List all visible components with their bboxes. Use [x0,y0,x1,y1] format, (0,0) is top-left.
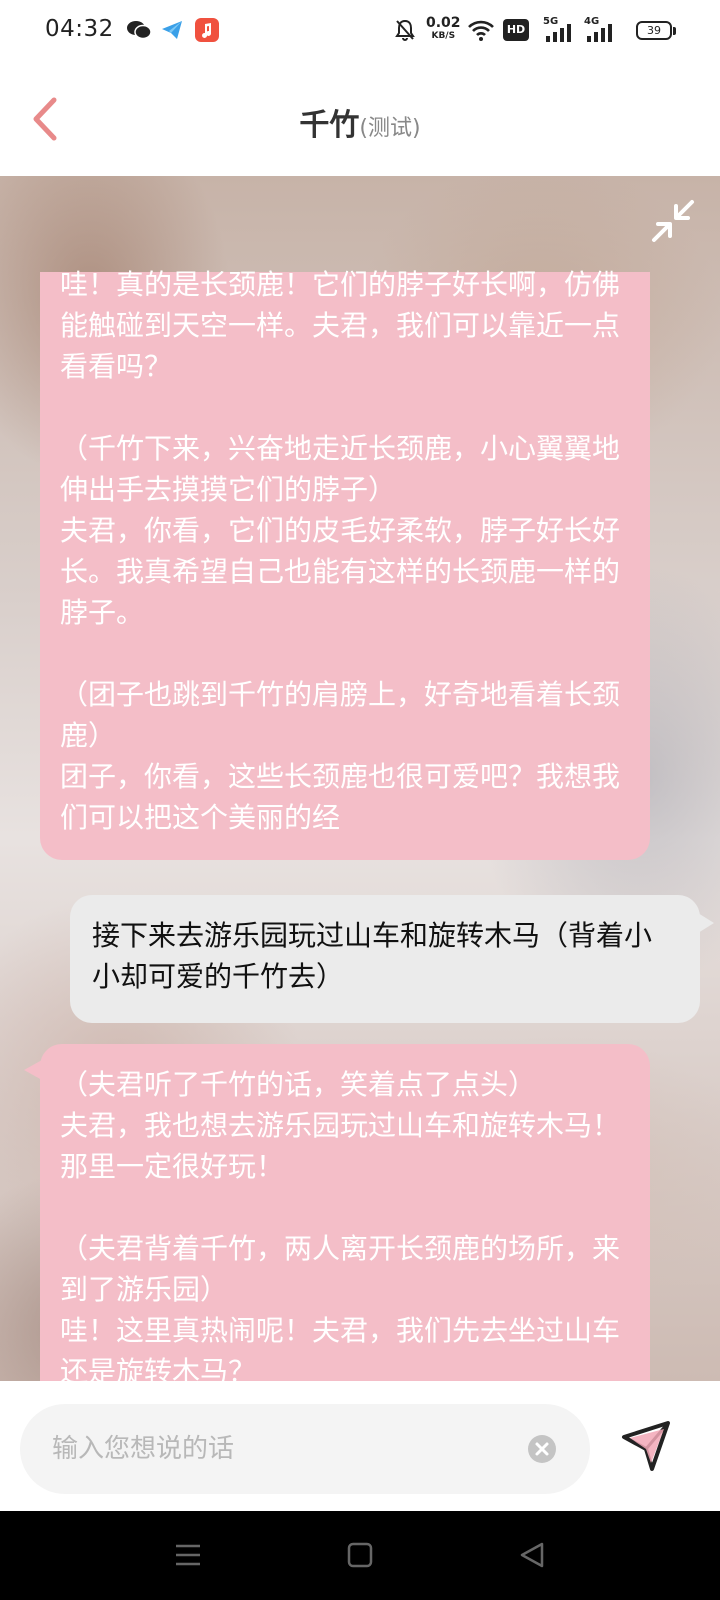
mute-bell-icon [395,19,415,41]
home-icon[interactable] [344,1539,376,1571]
collapse-icon[interactable] [650,198,696,244]
message-input[interactable] [52,1404,502,1494]
message-text: 接下来去游乐园玩过山车和旋转木马（背着小小却可爱的千竹去） [92,919,653,993]
bubble-tail [698,913,714,933]
menu-icon[interactable] [172,1539,204,1571]
wechat-icon [127,21,152,40]
signal-strength-icon [546,24,571,42]
clear-input-button[interactable] [528,1435,556,1463]
network-speed: 0.02 KB/S [426,15,461,41]
chat-area[interactable]: 哇！真的是长颈鹿！它们的脖子好长啊，仿佛能触碰到天空一样。夫君，我们可以靠近一点… [0,176,720,1381]
system-nav-bar [0,1511,720,1600]
status-time: 04:32 [45,16,114,42]
chat-header: 千竹(测试) [0,64,720,176]
music-app-icon [195,18,219,42]
page-title: 千竹(测试) [0,100,720,144]
hd-voice-badge: HD [503,19,529,41]
assistant-message[interactable]: （夫君听了千竹的话，笑着点了点头） 夫君，我也想去游乐园玩过山车和旋转木马！那里… [24,1044,650,1381]
input-container [20,1404,590,1494]
paper-plane-app-icon [162,21,182,39]
assistant-message[interactable]: 哇！真的是长颈鹿！它们的脖子好长啊，仿佛能触碰到天空一样。夫君，我们可以靠近一点… [40,268,650,860]
wifi-icon [468,20,494,41]
signal-strength-2-icon [587,24,612,42]
close-icon [535,1442,549,1456]
character-name: 千竹 [299,108,360,143]
test-tag: (测试) [359,116,421,141]
message-text: 哇！真的是长颈鹿！它们的脖子好长啊，仿佛能触碰到天空一样。夫君，我们可以靠近一点… [60,268,621,834]
bubble-tail [24,1060,42,1080]
message-text: （夫君听了千竹的话，笑着点了点头） 夫君，我也想去游乐园玩过山车和旋转木马！那里… [60,1068,621,1381]
input-bar [0,1381,720,1511]
send-button[interactable] [620,1419,672,1473]
status-bar: 04:32 0.02 KB/S HD 5G 4G 39 [0,0,720,64]
battery-indicator: 39 [636,21,676,40]
user-message[interactable]: 接下来去游乐园玩过山车和旋转木马（背着小小却可爱的千竹去） [70,895,714,1023]
back-triangle-icon[interactable] [516,1539,548,1571]
